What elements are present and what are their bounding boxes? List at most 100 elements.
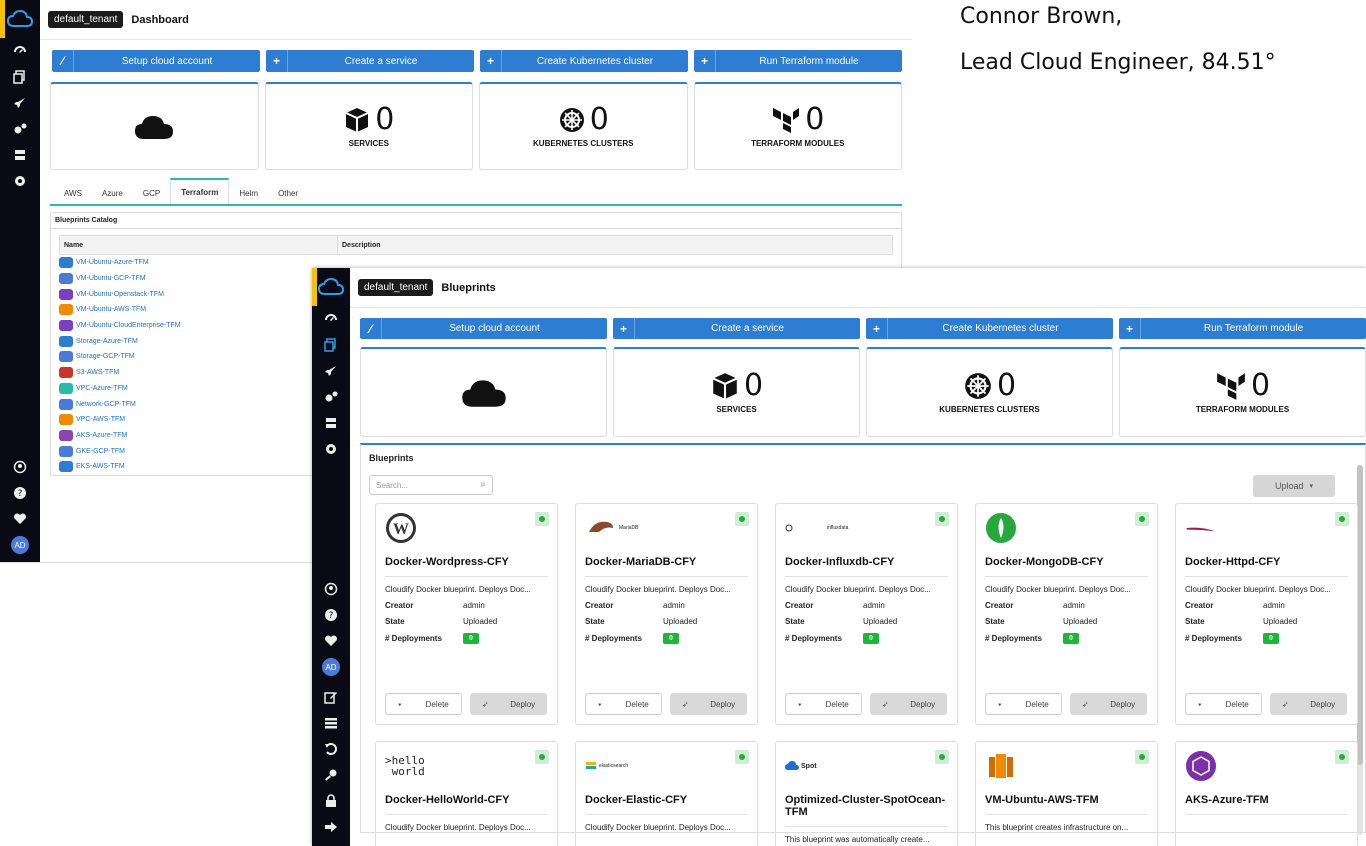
visibility-badge[interactable] xyxy=(535,750,549,764)
catalog-item-name[interactable]: GKE-GCP-TFM xyxy=(76,448,125,455)
rocket-icon[interactable] xyxy=(312,358,350,384)
avatar[interactable]: AD xyxy=(322,658,340,676)
logout-icon[interactable] xyxy=(312,814,350,840)
visibility-badge[interactable] xyxy=(735,750,749,764)
blueprint-name[interactable]: Docker-Influxdb-CFY xyxy=(785,556,948,577)
lock-icon[interactable] xyxy=(312,788,350,814)
blueprint-card[interactable]: Spot Optimized-Cluster-SpotOcean-TFM This … xyxy=(775,741,958,846)
services-stat[interactable]: 0 SERVICES xyxy=(613,347,860,437)
user-icon[interactable] xyxy=(312,576,350,602)
gears-icon[interactable] xyxy=(312,384,350,410)
tab-terraform[interactable]: Terraform xyxy=(170,178,230,204)
tenant-selector[interactable]: default_tenant xyxy=(358,279,434,296)
tab-helm[interactable]: Helm xyxy=(229,182,268,204)
catalog-item-name[interactable]: EKS-AWS-TFM xyxy=(76,463,125,470)
catalog-item-name[interactable]: Storage-GCP-TFM xyxy=(76,353,135,360)
blueprint-name[interactable]: Docker-Httpd-CFY xyxy=(1185,556,1348,577)
app-logo[interactable] xyxy=(0,0,40,38)
blueprint-card[interactable]: VM-Ubuntu-AWS-TFM This blueprint creates … xyxy=(975,741,1158,846)
blueprint-name[interactable]: AKS-Azure-TFM xyxy=(1185,794,1348,815)
create-kubernetes-cluster-button[interactable]: + Create Kubernetes cluster xyxy=(480,50,688,72)
copy-icon[interactable] xyxy=(0,64,40,90)
blueprint-card[interactable]: MariaDB Docker-MariaDB-CFY Cloudify Docker… xyxy=(575,503,758,725)
visibility-badge[interactable] xyxy=(935,750,949,764)
kubernetes-stat[interactable]: 0 KUBERNETES CLUSTERS xyxy=(479,82,688,170)
settings-icon[interactable] xyxy=(0,168,40,194)
heartbeat-icon[interactable] xyxy=(312,628,350,654)
deploy-button[interactable]: ➶ Deploy xyxy=(1270,693,1347,715)
deploy-button[interactable]: ➶ Deploy xyxy=(870,693,947,715)
server-icon[interactable] xyxy=(0,142,40,168)
services-stat[interactable]: 0 SERVICES xyxy=(264,82,473,170)
delete-button[interactable]: ▪ Delete xyxy=(985,693,1062,715)
catalog-item-name[interactable]: VPC-AWS-TFM xyxy=(76,416,125,423)
copy-icon[interactable] xyxy=(312,332,350,358)
list-icon[interactable] xyxy=(312,710,350,736)
deploy-button[interactable]: ➶ Deploy xyxy=(670,693,747,715)
avatar[interactable]: AD xyxy=(11,536,29,554)
visibility-badge[interactable] xyxy=(535,512,549,526)
catalog-item-name[interactable]: VM-Ubuntu-Openstack-TFM xyxy=(76,291,164,298)
catalog-item-name[interactable]: VM-Ubuntu-GCP-TFM xyxy=(76,275,146,282)
terraform-stat[interactable]: 0 TERRAFORM MODULES xyxy=(1119,347,1366,437)
blueprint-card[interactable]: Docker-Httpd-CFY Cloudify Docker blueprin… xyxy=(1175,503,1358,725)
edit-icon[interactable] xyxy=(312,684,350,710)
deploy-button[interactable]: ➶ Deploy xyxy=(470,693,547,715)
help-icon[interactable]: ? xyxy=(0,480,40,506)
tab-azure[interactable]: Azure xyxy=(92,182,133,204)
blueprint-name[interactable]: Docker-HelloWorld-CFY xyxy=(385,794,548,815)
tab-gcp[interactable]: GCP xyxy=(133,182,170,204)
help-icon[interactable]: ? xyxy=(312,602,350,628)
deploy-button[interactable]: ➶ Deploy xyxy=(1070,693,1147,715)
cloud-stat[interactable] xyxy=(360,347,607,437)
setup-cloud-account-button[interactable]: ⁄ Setup cloud account xyxy=(52,50,260,72)
visibility-badge[interactable] xyxy=(1135,750,1149,764)
delete-button[interactable]: ▪ Delete xyxy=(585,693,662,715)
create-service-button[interactable]: + Create a service xyxy=(266,50,474,72)
run-terraform-module-button[interactable]: + Run Terraform module xyxy=(694,50,902,72)
tab-other[interactable]: Other xyxy=(268,182,308,204)
catalog-item-name[interactable]: VM-Ubuntu-AWS-TFM xyxy=(76,306,146,313)
catalog-item-name[interactable]: S3-AWS-TFM xyxy=(76,369,119,376)
key-icon[interactable] xyxy=(312,762,350,788)
catalog-item-name[interactable]: VM-Ubuntu-CloudEnterprise-TFM xyxy=(76,322,181,329)
catalog-item-name[interactable]: VM-Ubuntu-Azure-TFM xyxy=(76,259,149,266)
search-input[interactable]: Search... ⌕ xyxy=(369,475,493,495)
catalog-item-name[interactable]: AKS-Azure-TFM xyxy=(76,432,127,439)
blueprint-name[interactable]: Optimized-Cluster-SpotOcean-TFM xyxy=(785,794,948,827)
delete-button[interactable]: ▪ Delete xyxy=(785,693,862,715)
blueprint-name[interactable]: Docker-MariaDB-CFY xyxy=(585,556,748,577)
blueprint-card[interactable]: AKS-Azure-TFM xyxy=(1175,741,1358,846)
heartbeat-icon[interactable] xyxy=(0,506,40,532)
cloud-stat[interactable] xyxy=(50,82,259,170)
blueprint-name[interactable]: Docker-Wordpress-CFY xyxy=(385,556,548,577)
settings-icon[interactable] xyxy=(312,436,350,462)
blueprint-card[interactable]: Docker-MongoDB-CFY Cloudify Docker bluepr… xyxy=(975,503,1158,725)
catalog-item-name[interactable]: Storage-Azure-TFM xyxy=(76,338,138,345)
description-column-header[interactable]: Description xyxy=(338,242,381,249)
blueprint-name[interactable]: VM-Ubuntu-AWS-TFM xyxy=(985,794,1148,815)
terraform-stat[interactable]: 0 TERRAFORM MODULES xyxy=(693,82,902,170)
tab-aws[interactable]: AWS xyxy=(54,182,92,204)
kubernetes-stat[interactable]: 0 KUBERNETES CLUSTERS xyxy=(866,347,1113,437)
tenant-selector[interactable]: default_tenant xyxy=(48,11,124,28)
gears-icon[interactable] xyxy=(0,116,40,142)
blueprint-card[interactable]: elasticsearch Docker-Elastic-CFY Cloudify … xyxy=(575,741,758,846)
server-icon[interactable] xyxy=(312,410,350,436)
blueprint-name[interactable]: Docker-Elastic-CFY xyxy=(585,794,748,815)
blueprint-card[interactable]: >hello world Docker-HelloWorld-CFY Cloudif… xyxy=(375,741,558,846)
rocket-icon[interactable] xyxy=(0,90,40,116)
catalog-item-name[interactable]: Network-GCP-TFM xyxy=(76,401,136,408)
visibility-badge[interactable] xyxy=(1335,750,1349,764)
delete-button[interactable]: ▪ Delete xyxy=(385,693,462,715)
visibility-badge[interactable] xyxy=(735,512,749,526)
blueprint-name[interactable]: Docker-MongoDB-CFY xyxy=(985,556,1148,577)
visibility-badge[interactable] xyxy=(935,512,949,526)
name-column-header[interactable]: Name xyxy=(60,236,338,254)
upload-button[interactable]: Upload ▾ xyxy=(1253,475,1335,497)
visibility-badge[interactable] xyxy=(1135,512,1149,526)
catalog-item-name[interactable]: VPC-Azure-TFM xyxy=(76,385,128,392)
undo-icon[interactable] xyxy=(312,736,350,762)
blueprint-card[interactable]: W Docker-Wordpress-CFY Cloudify Docker blu… xyxy=(375,503,558,725)
create-service-button[interactable]: + Create a service xyxy=(613,317,860,340)
